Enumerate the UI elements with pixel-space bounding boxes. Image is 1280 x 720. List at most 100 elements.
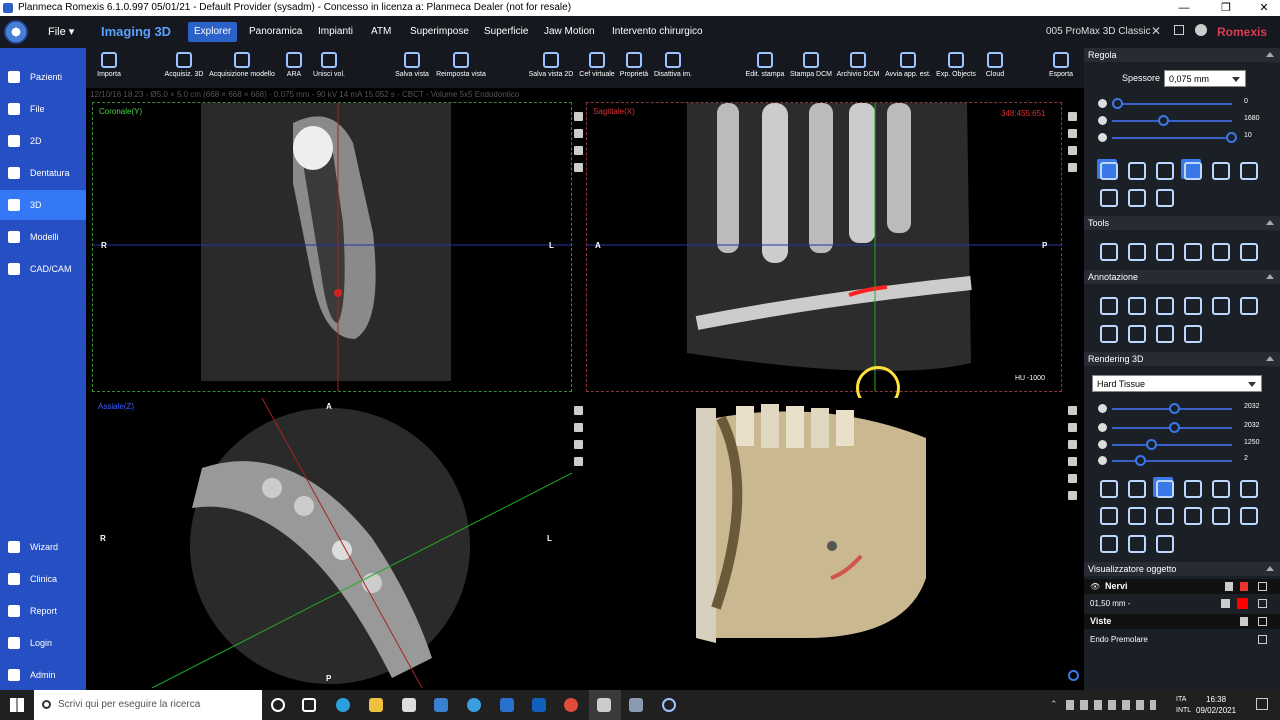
regola-slider-contrast[interactable]: 10 <box>1098 131 1268 145</box>
tab-superficie[interactable]: Superficie <box>478 22 534 42</box>
wrench-icon[interactable] <box>574 163 583 172</box>
wrench-icon[interactable] <box>1068 163 1077 172</box>
unisci-vol-button[interactable]: Unisci vol. <box>310 50 348 86</box>
tab-jaw-motion[interactable]: Jaw Motion <box>538 22 601 42</box>
nerve-color-swatch[interactable] <box>1237 598 1248 609</box>
sphere-icon[interactable] <box>1097 532 1118 553</box>
red-plane-icon[interactable] <box>1181 477 1202 498</box>
app-icon-2[interactable] <box>629 698 643 712</box>
eye-icon[interactable]: 👁 <box>1090 582 1100 591</box>
nervo-checkbox[interactable] <box>1258 599 1267 608</box>
sidebar-item-pazienti[interactable]: Pazienti <box>0 62 86 92</box>
reset-render-icon[interactable] <box>1153 532 1174 553</box>
move-tool-icon[interactable] <box>1153 159 1174 180</box>
eraser-icon[interactable] <box>1153 322 1174 343</box>
line-icon[interactable] <box>1237 294 1258 315</box>
edit-stampa-button[interactable]: Edit. stampa <box>742 50 788 86</box>
sidebar-item-wizard[interactable]: Wizard <box>0 532 86 562</box>
ruler-icon[interactable] <box>1097 294 1118 315</box>
tray-chevron-icon[interactable]: ⌃ <box>1050 699 1058 710</box>
text-icon[interactable] <box>1153 294 1174 315</box>
object-row-viste[interactable]: Viste <box>1084 614 1280 629</box>
text-box-icon[interactable] <box>1181 294 1202 315</box>
app-icon-1[interactable] <box>467 698 481 712</box>
taskbar-clock[interactable]: 16:38 09/02/2021 <box>1196 694 1236 716</box>
close-device-icon[interactable]: ✕ <box>1151 24 1161 38</box>
help-icon[interactable] <box>1195 24 1207 36</box>
esporta-button[interactable]: Esporta <box>1044 50 1078 86</box>
chrome-icon[interactable] <box>564 698 578 712</box>
scroll-handle[interactable] <box>1068 670 1079 681</box>
app-icon-3[interactable] <box>662 698 676 712</box>
spessore-dropdown[interactable]: 0,075 mm <box>1164 70 1246 87</box>
reset-icon[interactable] <box>574 423 583 432</box>
trash-icon[interactable] <box>1225 582 1233 591</box>
edge-icon[interactable] <box>336 698 350 712</box>
close-window-button[interactable]: ✕ <box>1244 0 1280 16</box>
section-annotazione[interactable]: Annotazione <box>1084 270 1280 284</box>
expand-icon[interactable] <box>1068 406 1077 415</box>
rendering-preset-dropdown[interactable]: Hard Tissue <box>1092 375 1262 392</box>
wrench-icon[interactable] <box>1221 599 1230 608</box>
sidebar-item-login[interactable]: Login <box>0 628 86 658</box>
sidebar-item-cadcam[interactable]: CAD/CAM <box>0 254 86 284</box>
disattiva-im-button[interactable]: Disattiva im. <box>650 50 696 86</box>
coronal-view[interactable]: Coronale(Y) R L <box>92 102 572 392</box>
sidebar-item-dentatura[interactable]: Dentatura <box>0 158 86 188</box>
exp-objects-button[interactable]: Exp. Objects <box>934 50 978 86</box>
explorer-icon[interactable] <box>369 698 383 712</box>
expand-icon[interactable] <box>574 112 583 121</box>
todo-icon[interactable] <box>500 698 514 712</box>
3d-measure-tool-icon[interactable] <box>1153 240 1174 261</box>
stampa-dcm-button[interactable]: Stampa DCM <box>788 50 834 86</box>
tab-atm[interactable]: ATM <box>365 22 397 42</box>
segment-tool-icon[interactable] <box>1125 240 1146 261</box>
green-plane-icon[interactable] <box>1209 477 1230 498</box>
brush-icon[interactable] <box>1125 322 1146 343</box>
nerve-tool-icon[interactable] <box>1097 240 1118 261</box>
regola-slider-opacity[interactable]: 0 <box>1098 97 1268 111</box>
skin-icon[interactable] <box>1181 504 1202 525</box>
expand-icon[interactable] <box>1068 112 1077 121</box>
minimize-button[interactable]: — <box>1164 0 1204 16</box>
sidebar-item-report[interactable]: Report <box>0 596 86 626</box>
tab-superimpose[interactable]: Superimpose <box>404 22 475 42</box>
star-icon[interactable] <box>1097 504 1118 525</box>
layout-tool-icon[interactable] <box>1237 159 1258 180</box>
color-grid-icon[interactable] <box>1237 504 1258 525</box>
clear-icon[interactable] <box>1181 322 1202 343</box>
system-tray-icons[interactable] <box>1066 700 1156 710</box>
section-visualizzatore-oggetto[interactable]: Visualizzatore oggetto <box>1084 562 1280 576</box>
sagittal-view[interactable]: Sagittale(X) 348:455:651 HU -1000 A P <box>586 102 1062 392</box>
airway-tool-icon[interactable] <box>1237 240 1258 261</box>
maximize-button[interactable]: ❐ <box>1206 0 1246 16</box>
reimposta-vista-button[interactable]: Reimposta vista <box>432 50 490 86</box>
section-regola[interactable]: Regola <box>1084 48 1280 62</box>
zoom-tool-icon[interactable] <box>1097 159 1118 180</box>
avvia-app-est-button[interactable]: Avvia app. est. <box>882 50 934 86</box>
mail-icon[interactable] <box>434 698 448 712</box>
cef-virtuale-button[interactable]: Cef virtuale <box>576 50 618 86</box>
rotate-tool-icon[interactable] <box>1125 159 1146 180</box>
render-image-icon[interactable] <box>1097 477 1118 498</box>
archivio-dcm-button[interactable]: Archivio DCM <box>834 50 882 86</box>
axial-view[interactable]: Assiale(Z) R L A P <box>92 398 572 688</box>
tab-explorer[interactable]: Explorer <box>188 22 238 42</box>
regola-slider-brightness[interactable]: 1680 <box>1098 114 1268 128</box>
box-icon[interactable] <box>1125 504 1146 525</box>
store-icon[interactable] <box>402 698 416 712</box>
slice-planes-icon[interactable] <box>1153 477 1174 498</box>
skull-render-icon[interactable] <box>1125 532 1146 553</box>
grid-tool-icon[interactable] <box>1097 186 1118 207</box>
sidebar-item-admin[interactable]: Admin <box>0 660 86 690</box>
endo-premolare-checkbox[interactable] <box>1258 635 1267 644</box>
pan-tool-icon[interactable] <box>1125 186 1146 207</box>
sidebar-item-modelli[interactable]: Modelli <box>0 222 86 252</box>
angle-icon[interactable] <box>1125 294 1146 315</box>
arrow-icon[interactable] <box>1209 294 1230 315</box>
sidebar-item-2d[interactable]: 2D <box>0 126 86 156</box>
bone-icon[interactable] <box>1209 504 1230 525</box>
ara-button[interactable]: ARA <box>284 50 304 86</box>
rendering-slider-1[interactable]: 2032 <box>1098 402 1268 416</box>
pen-icon[interactable] <box>1097 322 1118 343</box>
